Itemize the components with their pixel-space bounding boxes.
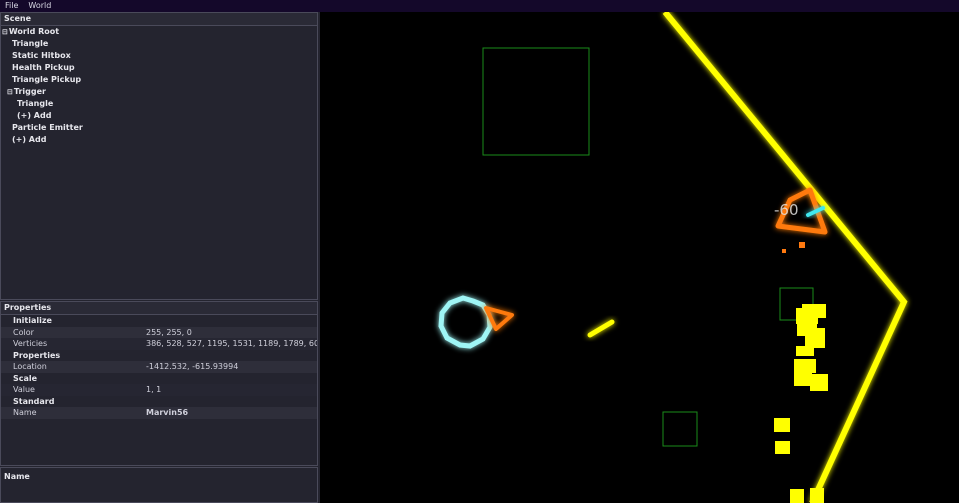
property-row[interactable]: Location -1412.532, -615.93994 bbox=[1, 361, 317, 373]
property-value[interactable]: -1412.532, -615.93994 bbox=[146, 361, 317, 373]
scene-tree-item[interactable]: ⊟Trigger bbox=[1, 86, 317, 98]
menu-file[interactable]: File bbox=[0, 0, 23, 12]
property-value[interactable]: 255, 255, 0 bbox=[146, 327, 317, 339]
property-key: Name bbox=[13, 408, 37, 417]
property-section-header[interactable]: Scale bbox=[1, 373, 317, 385]
collapse-icon[interactable]: ⊟ bbox=[7, 86, 13, 98]
property-row[interactable]: Color 255, 255, 0 bbox=[1, 326, 317, 339]
property-row[interactable]: Name Marvin56 bbox=[1, 407, 317, 419]
name-panel-label: Name bbox=[4, 472, 30, 481]
menu-bar: File World bbox=[0, 0, 959, 12]
property-list: Initialize Color 255, 255, 0 Verticies 386, … bbox=[1, 315, 317, 419]
scene-panel: Scene ⊟World Root Triangle Static Hitbox He… bbox=[0, 12, 318, 300]
damage-text: -60 bbox=[774, 201, 799, 219]
scene-tree-item-label: Health Pickup bbox=[12, 63, 75, 72]
scene-tree-item[interactable]: Triangle bbox=[1, 38, 317, 50]
scene-tree-item-label: Triangle Pickup bbox=[12, 75, 82, 84]
scene-tree-item[interactable]: (+) Add bbox=[1, 134, 317, 146]
scene-tree-item-label: World Root bbox=[8, 27, 60, 36]
left-pane: Scene ⊟World Root Triangle Static Hitbox He… bbox=[0, 12, 320, 503]
property-row[interactable]: Verticies 386, 528, 527, 1195, 1531, 1189… bbox=[1, 338, 317, 350]
scene-panel-title: Scene bbox=[1, 13, 317, 26]
properties-panel-title: Properties bbox=[1, 302, 317, 315]
world-viewport[interactable]: -60 bbox=[320, 12, 959, 503]
scene-tree-item-label: Particle Emitter bbox=[12, 123, 83, 132]
scene-tree-item[interactable]: Triangle Pickup bbox=[1, 74, 317, 86]
property-section-header[interactable]: Initialize bbox=[1, 315, 317, 327]
property-key: Color bbox=[13, 327, 34, 337]
property-section-header[interactable]: Standard bbox=[1, 396, 317, 408]
scene-tree-item-label: Triangle bbox=[12, 39, 49, 48]
name-panel: Name bbox=[0, 467, 318, 503]
property-key: Value bbox=[13, 385, 35, 394]
projectile bbox=[587, 319, 615, 338]
scene-tree-item-label: (+) Add bbox=[17, 111, 52, 120]
scene-tree-item-label: Triangle bbox=[17, 99, 54, 108]
scene-tree-item[interactable]: Static Hitbox bbox=[1, 50, 317, 62]
trigger-hitbox[interactable] bbox=[482, 47, 590, 156]
property-value[interactable]: 386, 528, 527, 1195, 1531, 1189, 1789, 6… bbox=[146, 338, 317, 350]
scene-tree-item[interactable]: (+) Add bbox=[1, 110, 317, 122]
scene-tree-item[interactable]: Particle Emitter bbox=[1, 122, 317, 134]
scene-tree-item[interactable]: Triangle bbox=[1, 98, 317, 110]
property-key: Location bbox=[13, 362, 47, 371]
collapse-icon[interactable]: ⊟ bbox=[2, 26, 8, 38]
scene-tree-item[interactable]: ⊟World Root bbox=[1, 26, 317, 38]
property-row[interactable]: Value 1, 1 bbox=[1, 384, 317, 396]
properties-panel: Properties Initialize Color 255, 255, 0 Ver… bbox=[0, 301, 318, 466]
property-key: Verticies bbox=[13, 339, 48, 348]
property-value[interactable]: Marvin56 bbox=[146, 407, 317, 419]
scene-tree-item[interactable]: Health Pickup bbox=[1, 62, 317, 74]
property-value[interactable]: 1, 1 bbox=[146, 384, 317, 396]
scene-tree-item-label: Static Hitbox bbox=[12, 51, 71, 60]
health-pickup[interactable] bbox=[631, 381, 730, 478]
particle-emitter[interactable] bbox=[774, 304, 828, 503]
world-canvas[interactable]: -60 bbox=[320, 12, 959, 503]
player-ship[interactable] bbox=[431, 295, 514, 371]
scene-tree-item-label: (+) Add bbox=[12, 135, 47, 144]
scene-tree: ⊟World Root Triangle Static Hitbox Health P… bbox=[1, 26, 317, 146]
scene-tree-item-label: Trigger bbox=[13, 87, 46, 96]
menu-world[interactable]: World bbox=[23, 0, 56, 12]
property-section-header[interactable]: Properties bbox=[1, 350, 317, 362]
